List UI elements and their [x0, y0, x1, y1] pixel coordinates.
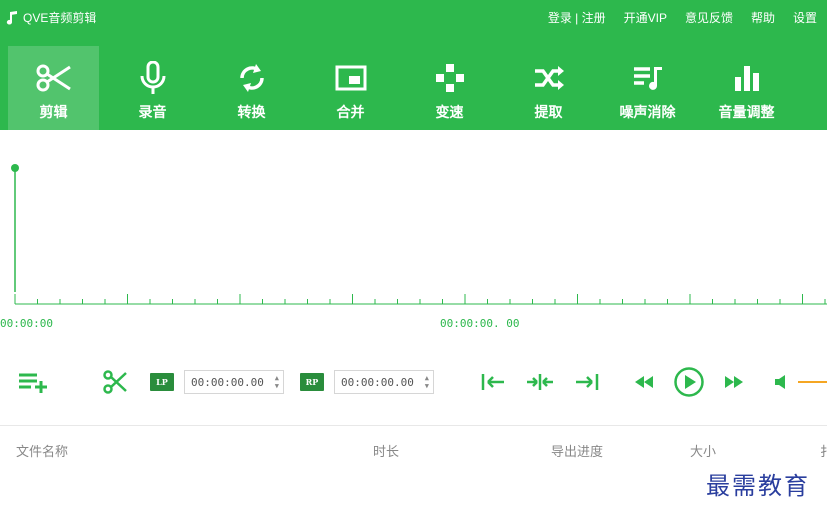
jump-center-icon — [527, 374, 553, 390]
help-link[interactable]: 帮助 — [751, 9, 775, 26]
tab-extract[interactable]: 提取 — [503, 46, 594, 130]
lp-time-stepper[interactable]: ▲ ▼ — [275, 374, 279, 390]
tab-merge[interactable]: 合并 — [305, 46, 396, 130]
microphone-icon — [135, 60, 171, 96]
fast-forward-button[interactable] — [720, 368, 748, 396]
music-note-icon — [6, 10, 17, 25]
waveform-area[interactable] — [0, 130, 827, 310]
add-file-button[interactable] — [16, 368, 50, 396]
noise-removal-icon — [630, 60, 666, 96]
timeline-mid-time: 00:00:00. 00 — [440, 317, 520, 330]
col-header-duration: 时长 — [373, 444, 400, 459]
tab-merge-label: 合并 — [336, 104, 365, 120]
tab-cut[interactable]: 剪辑 — [8, 46, 99, 130]
app-header: QVE音频剪辑 登录 | 注册 开通VIP 意见反馈 帮助 设置 剪辑 录音 转… — [0, 0, 827, 130]
tab-speed-label: 变速 — [435, 104, 464, 120]
tab-cut-label: 剪辑 — [39, 104, 68, 120]
timeline-start-time: 00:00:00 — [0, 317, 53, 330]
col-header-extra: 扌 — [820, 444, 827, 459]
col-header-name: 文件名称 — [16, 444, 69, 459]
volume-slider[interactable] — [798, 381, 827, 383]
rp-time-input[interactable]: 00:00:00.00 ▲ ▼ — [334, 370, 434, 394]
lp-time-value: 00:00:00.00 — [191, 375, 264, 389]
scissors-icon — [103, 370, 127, 394]
top-links: 登录 | 注册 开通VIP 意见反馈 帮助 设置 — [548, 9, 817, 26]
volume-button[interactable] — [770, 370, 794, 394]
scissors-icon — [36, 60, 72, 96]
tab-extract-label: 提取 — [534, 104, 563, 120]
fast-forward-icon — [725, 376, 743, 388]
open-vip-link[interactable]: 开通VIP — [624, 9, 667, 26]
lp-time-input[interactable]: 00:00:00.00 ▲ ▼ — [184, 370, 284, 394]
tab-noise-removal[interactable]: 噪声消除 — [602, 46, 693, 130]
jump-end-icon — [576, 374, 599, 390]
feedback-link[interactable]: 意见反馈 — [685, 9, 733, 26]
tab-record[interactable]: 录音 — [107, 46, 198, 130]
app-title-text: QVE音频剪辑 — [23, 11, 97, 25]
rewind-button[interactable] — [630, 368, 658, 396]
extract-icon — [531, 60, 567, 96]
volume-bars-icon — [729, 60, 765, 96]
col-header-progress: 导出进度 — [551, 444, 604, 459]
watermark-text: 最需教育 — [706, 472, 810, 500]
tab-noise-removal-label: 噪声消除 — [619, 104, 676, 120]
rewind-icon — [635, 376, 653, 388]
rp-badge: RP — [300, 373, 324, 391]
merge-icon — [333, 60, 369, 96]
speed-icon — [432, 60, 468, 96]
col-header-size: 大小 — [690, 444, 717, 459]
tab-speed[interactable]: 变速 — [404, 46, 495, 130]
play-button[interactable] — [672, 365, 706, 399]
app-title: QVE音频剪辑 — [6, 9, 96, 26]
jump-to-start-button[interactable] — [478, 368, 508, 396]
cut-button[interactable] — [100, 368, 130, 396]
lp-badge: LP — [150, 373, 174, 391]
tab-volume-adjust[interactable]: 音量调整 — [701, 46, 792, 130]
jump-to-end-button[interactable] — [572, 368, 602, 396]
jump-start-icon — [481, 374, 504, 390]
title-bar: QVE音频剪辑 登录 | 注册 开通VIP 意见反馈 帮助 设置 — [0, 0, 827, 34]
tab-volume-adjust-label: 音量调整 — [718, 104, 775, 120]
rp-time-value: 00:00:00.00 — [341, 375, 414, 389]
timeline-ticks — [14, 294, 826, 304]
settings-link[interactable]: 设置 — [793, 9, 817, 26]
play-icon — [674, 367, 704, 397]
speaker-icon — [775, 375, 785, 389]
convert-icon — [234, 60, 270, 96]
add-list-icon — [19, 373, 47, 393]
rp-time-stepper[interactable]: ▲ ▼ — [425, 374, 429, 390]
tab-convert[interactable]: 转换 — [206, 46, 297, 130]
tab-convert-label: 转换 — [237, 104, 266, 120]
tab-record-label: 录音 — [138, 104, 167, 120]
control-bar: LP 00:00:00.00 ▲ ▼ RP 00:00:00.00 ▲ ▼ — [0, 360, 827, 404]
login-register-link[interactable]: 登录 | 注册 — [548, 9, 606, 26]
jump-to-center-button[interactable] — [524, 368, 556, 396]
list-divider — [0, 425, 827, 426]
tool-tabs: 剪辑 录音 转换 合并 变速 提取 噪声消除 音量调整 — [8, 46, 800, 130]
